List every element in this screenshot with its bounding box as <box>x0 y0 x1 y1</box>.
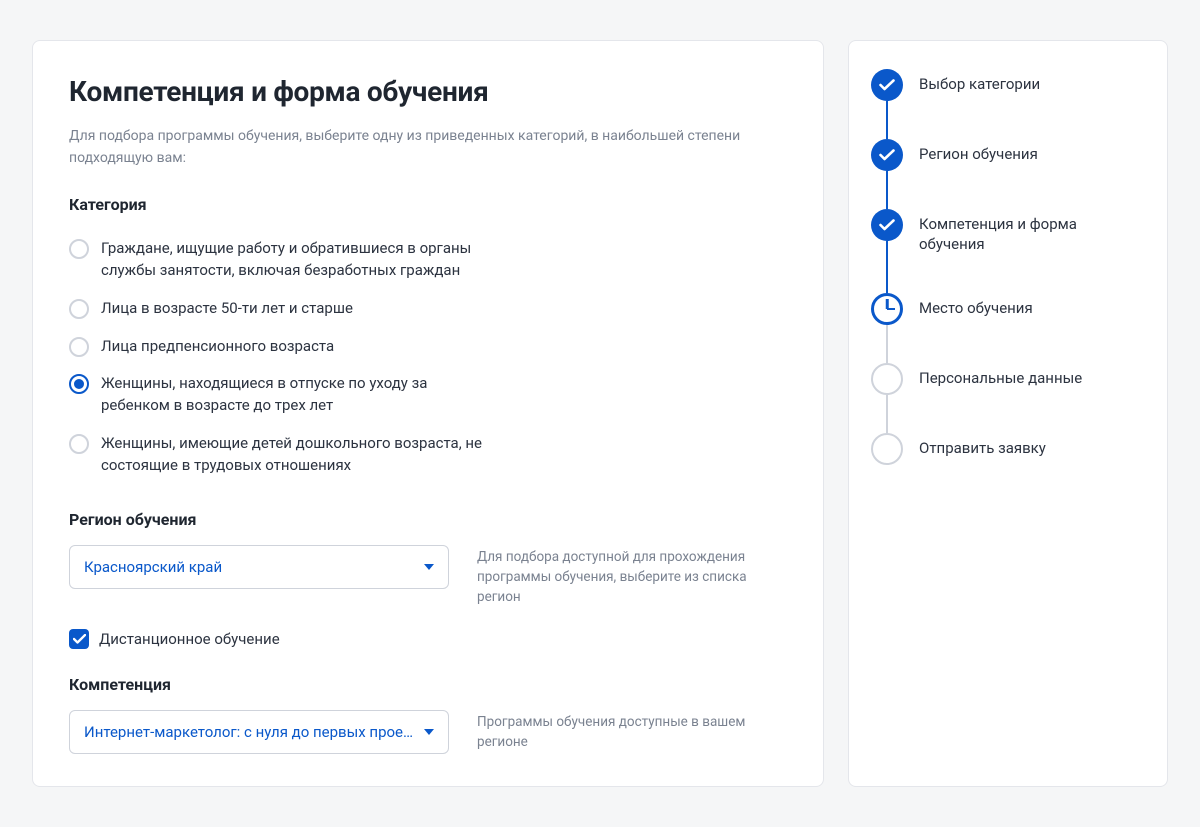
category-radio-group: Граждане, ищущие работу и обратившиеся в… <box>69 230 787 484</box>
step-2[interactable]: Компетенция и форма обучения <box>871 209 1145 293</box>
radio-label: Женщины, находящиеся в отпуске по уходу … <box>101 373 489 417</box>
competence-select-value: Интернет-маркетолог: с нуля до первых пр… <box>84 723 413 741</box>
clock-icon <box>871 293 903 325</box>
category-radio-1[interactable]: Лица в возрасте 50-ти лет и старше <box>69 290 489 328</box>
chevron-down-icon <box>424 564 434 570</box>
radio-icon <box>69 374 89 394</box>
radio-icon <box>69 434 89 454</box>
remote-learning-checkbox[interactable]: Дистанционное обучение <box>69 629 787 649</box>
category-heading: Категория <box>69 195 787 214</box>
step-0[interactable]: Выбор категории <box>871 69 1145 139</box>
remote-learning-label: Дистанционное обучение <box>99 630 280 648</box>
category-radio-0[interactable]: Граждане, ищущие работу и обратившиеся в… <box>69 230 489 290</box>
stepper: Выбор категории Регион обучения Компетенци… <box>871 69 1145 465</box>
check-icon <box>871 139 903 171</box>
stepper-card: Выбор категории Регион обучения Компетенци… <box>848 40 1168 787</box>
main-form-card: Компетенция и форма обучения Для подбора… <box>32 40 824 787</box>
competence-hint: Программы обучения доступные в вашем рег… <box>477 710 747 752</box>
intro-text: Для подбора программы обучения, выберите… <box>69 126 787 169</box>
radio-icon <box>69 239 89 259</box>
step-label: Регион обучения <box>919 139 1038 164</box>
radio-label: Лица в возрасте 50-ти лет и старше <box>101 298 353 320</box>
step-3[interactable]: Место обучения <box>871 293 1145 363</box>
chevron-down-icon <box>424 729 434 735</box>
step-label: Компетенция и форма обучения <box>919 209 1145 255</box>
step-label: Отправить заявку <box>919 433 1046 458</box>
step-label: Персональные данные <box>919 363 1082 388</box>
step-4[interactable]: Персональные данные <box>871 363 1145 433</box>
radio-icon <box>69 299 89 319</box>
region-select[interactable]: Красноярский край <box>69 545 449 589</box>
step-5[interactable]: Отправить заявку <box>871 433 1145 465</box>
category-radio-2[interactable]: Лица предпенсионного возраста <box>69 328 489 366</box>
region-hint: Для подбора доступной для прохождения пр… <box>477 545 747 607</box>
radio-label: Лица предпенсионного возраста <box>101 336 334 358</box>
check-icon <box>871 69 903 101</box>
checkbox-checked-icon <box>69 629 89 649</box>
circle-icon <box>871 433 903 465</box>
competence-select[interactable]: Интернет-маркетолог: с нуля до первых пр… <box>69 710 449 754</box>
region-select-value: Красноярский край <box>84 558 222 576</box>
category-radio-3[interactable]: Женщины, находящиеся в отпуске по уходу … <box>69 365 489 425</box>
radio-icon <box>69 337 89 357</box>
radio-label: Граждане, ищущие работу и обратившиеся в… <box>101 238 489 282</box>
region-heading: Регион обучения <box>69 510 787 529</box>
circle-icon <box>871 363 903 395</box>
category-radio-4[interactable]: Женщины, имеющие детей дошкольного возра… <box>69 425 489 485</box>
radio-label: Женщины, имеющие детей дошкольного возра… <box>101 433 489 477</box>
step-1[interactable]: Регион обучения <box>871 139 1145 209</box>
page-title: Компетенция и форма обучения <box>69 75 787 108</box>
step-label: Выбор категории <box>919 69 1040 94</box>
check-icon <box>871 209 903 241</box>
step-label: Место обучения <box>919 293 1033 318</box>
competence-heading: Компетенция <box>69 675 787 694</box>
